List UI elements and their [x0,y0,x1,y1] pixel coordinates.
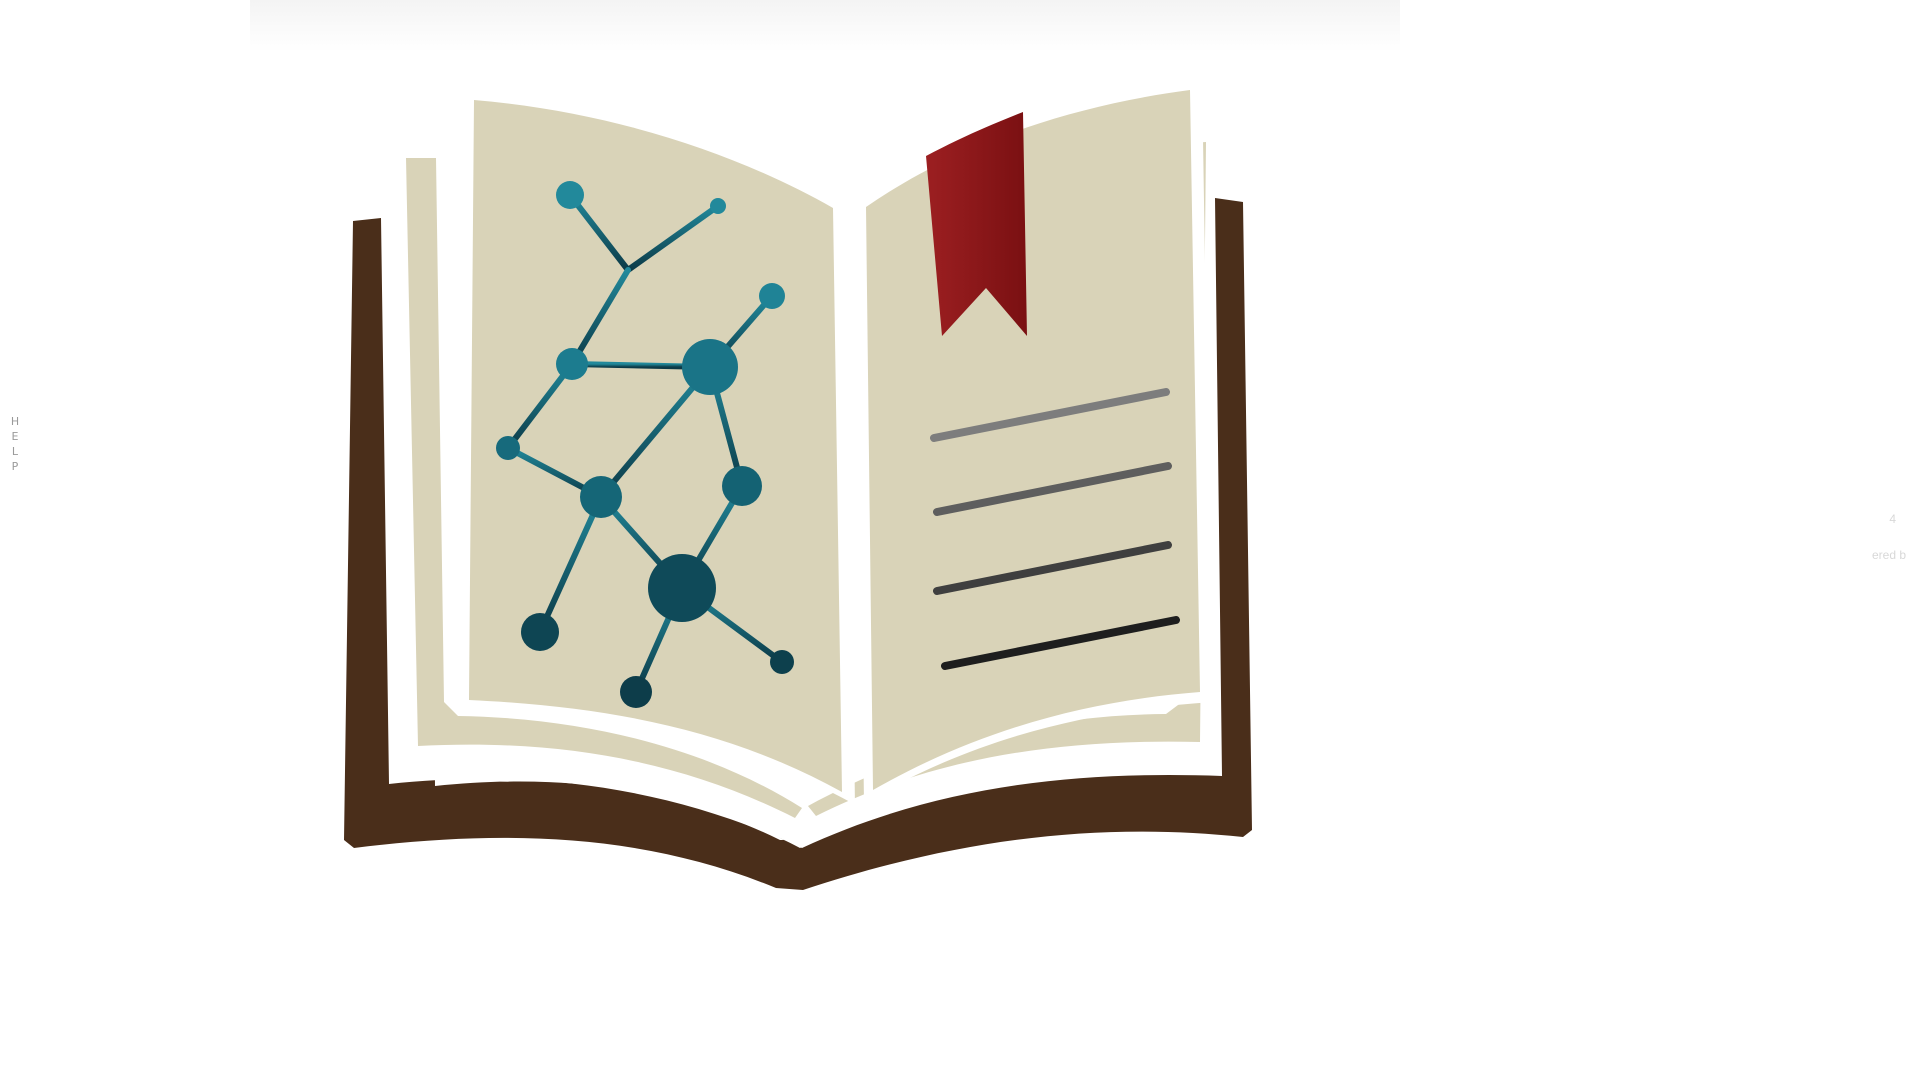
atom-node [722,466,762,506]
atom-node [648,554,716,622]
atom-node [580,476,622,518]
left-page-surface [469,100,842,792]
help-letter-p: P [11,460,19,473]
app-stage: H E L P 4 ered b [0,0,1920,1080]
faint-corner-text: 4 [1889,512,1896,526]
help-letter-h: H [10,415,20,428]
faint-powered-text: ered b [1871,548,1906,562]
atom-node [556,181,584,209]
atom-node [521,613,559,651]
atom-node [556,348,588,380]
atom-node [620,676,652,708]
right-page-surface [866,90,1200,790]
help-letter-l: L [11,445,19,458]
help-letter-e: E [11,430,19,443]
atom-node [710,198,726,214]
logo-svg [344,76,1252,890]
help-tab[interactable]: H E L P [8,414,22,474]
atom-node [759,283,785,309]
top-blur-strip [250,0,1400,52]
book-molecule-logo [340,70,1270,890]
atom-node [682,339,738,395]
atom-node [770,650,794,674]
atom-node [496,436,520,460]
